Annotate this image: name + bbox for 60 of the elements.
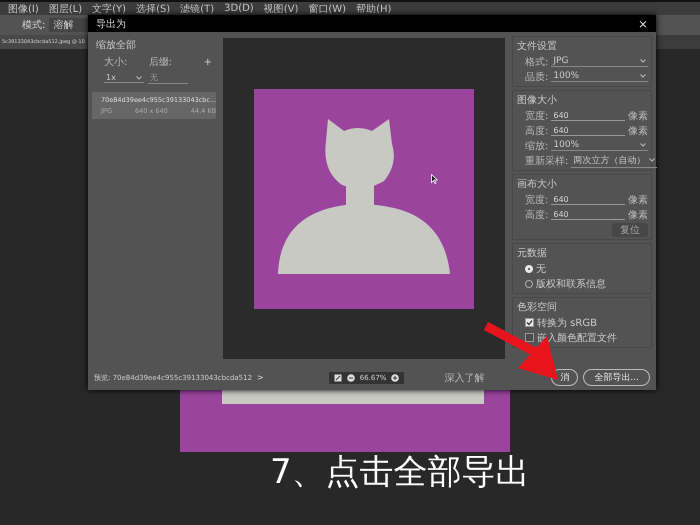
field-label: 高度: bbox=[525, 208, 548, 222]
input-field[interactable]: 640 bbox=[551, 210, 625, 220]
dropdown[interactable]: 100% bbox=[551, 71, 648, 82]
menu-item[interactable]: 文字(Y) bbox=[92, 2, 126, 16]
suffix-label: 后缀: bbox=[148, 56, 174, 69]
dropdown[interactable]: JPG bbox=[551, 56, 648, 67]
menu-item[interactable]: 视图(V) bbox=[264, 2, 298, 16]
checkbox[interactable] bbox=[525, 318, 534, 327]
section-heading: 色彩空间 bbox=[517, 300, 558, 314]
field-label: 品质: bbox=[525, 70, 548, 84]
mode-label: 模式: bbox=[22, 18, 46, 32]
radio-button[interactable] bbox=[525, 280, 533, 288]
menu-item[interactable]: 窗口(W) bbox=[308, 2, 346, 16]
option-label: 无 bbox=[536, 262, 546, 276]
option-label: 转换为 sRGB bbox=[537, 316, 597, 330]
caret-icon bbox=[640, 74, 646, 78]
menu-item[interactable]: 图像(I) bbox=[8, 2, 39, 16]
field-label: 缩放: bbox=[525, 140, 548, 152]
suffix-field[interactable]: 无 bbox=[148, 72, 188, 84]
section-heading: 画布大小 bbox=[517, 178, 558, 191]
field-label: 高度: bbox=[525, 124, 548, 138]
section-heading: 文件设置 bbox=[517, 40, 558, 53]
section-heading: 图像大小 bbox=[517, 94, 558, 107]
input-field[interactable]: 640 bbox=[551, 194, 625, 204]
size-select[interactable]: 1x bbox=[104, 73, 144, 83]
fit-icon[interactable] bbox=[334, 374, 342, 382]
learn-more-link[interactable]: 深入了解 bbox=[444, 370, 484, 384]
field-label: 格式: bbox=[525, 56, 548, 68]
zoom-in-icon[interactable] bbox=[391, 374, 400, 382]
caret-icon bbox=[640, 59, 646, 63]
unit-label: 像素 bbox=[628, 208, 648, 222]
menu-item[interactable]: 滤镜(T) bbox=[180, 2, 214, 16]
field-label: 重新采样: bbox=[525, 154, 568, 168]
export-all-button[interactable]: 全部导出... bbox=[583, 369, 650, 386]
dropdown[interactable]: 100% bbox=[551, 140, 648, 151]
dropdown[interactable]: 两次立方（自动） bbox=[571, 154, 658, 168]
field-label: 宽度: bbox=[525, 194, 548, 206]
expand-button[interactable]: > bbox=[257, 373, 264, 382]
menu-item[interactable]: 选择(S) bbox=[136, 2, 170, 16]
input-field[interactable]: 640 bbox=[551, 110, 625, 120]
section-heading: 元数据 bbox=[517, 247, 548, 260]
checkbox[interactable] bbox=[525, 333, 534, 342]
menu-item[interactable]: 图层(L) bbox=[48, 2, 82, 16]
section-heading: 缩放全部 bbox=[96, 38, 137, 52]
input-field[interactable]: 640 bbox=[551, 126, 625, 136]
caret-icon bbox=[649, 158, 656, 162]
zoom-out-icon[interactable] bbox=[346, 374, 355, 382]
field-label: 宽度: bbox=[525, 110, 548, 122]
caption: 7、点击全部导出 bbox=[270, 451, 531, 494]
unit-label: 像素 bbox=[628, 124, 648, 138]
close-button[interactable]: × bbox=[638, 16, 648, 30]
caret-icon bbox=[136, 76, 142, 80]
menu-item[interactable]: 3D(D) bbox=[224, 3, 254, 14]
caret-icon bbox=[640, 143, 646, 147]
menu-item[interactable]: 帮助(H) bbox=[356, 2, 392, 16]
add-button[interactable]: + bbox=[204, 56, 212, 68]
unit-label: 像素 bbox=[628, 110, 648, 122]
option-label: 版权和联系信息 bbox=[536, 278, 606, 290]
unit-label: 像素 bbox=[628, 194, 648, 206]
size-label: 大小: bbox=[104, 56, 128, 69]
